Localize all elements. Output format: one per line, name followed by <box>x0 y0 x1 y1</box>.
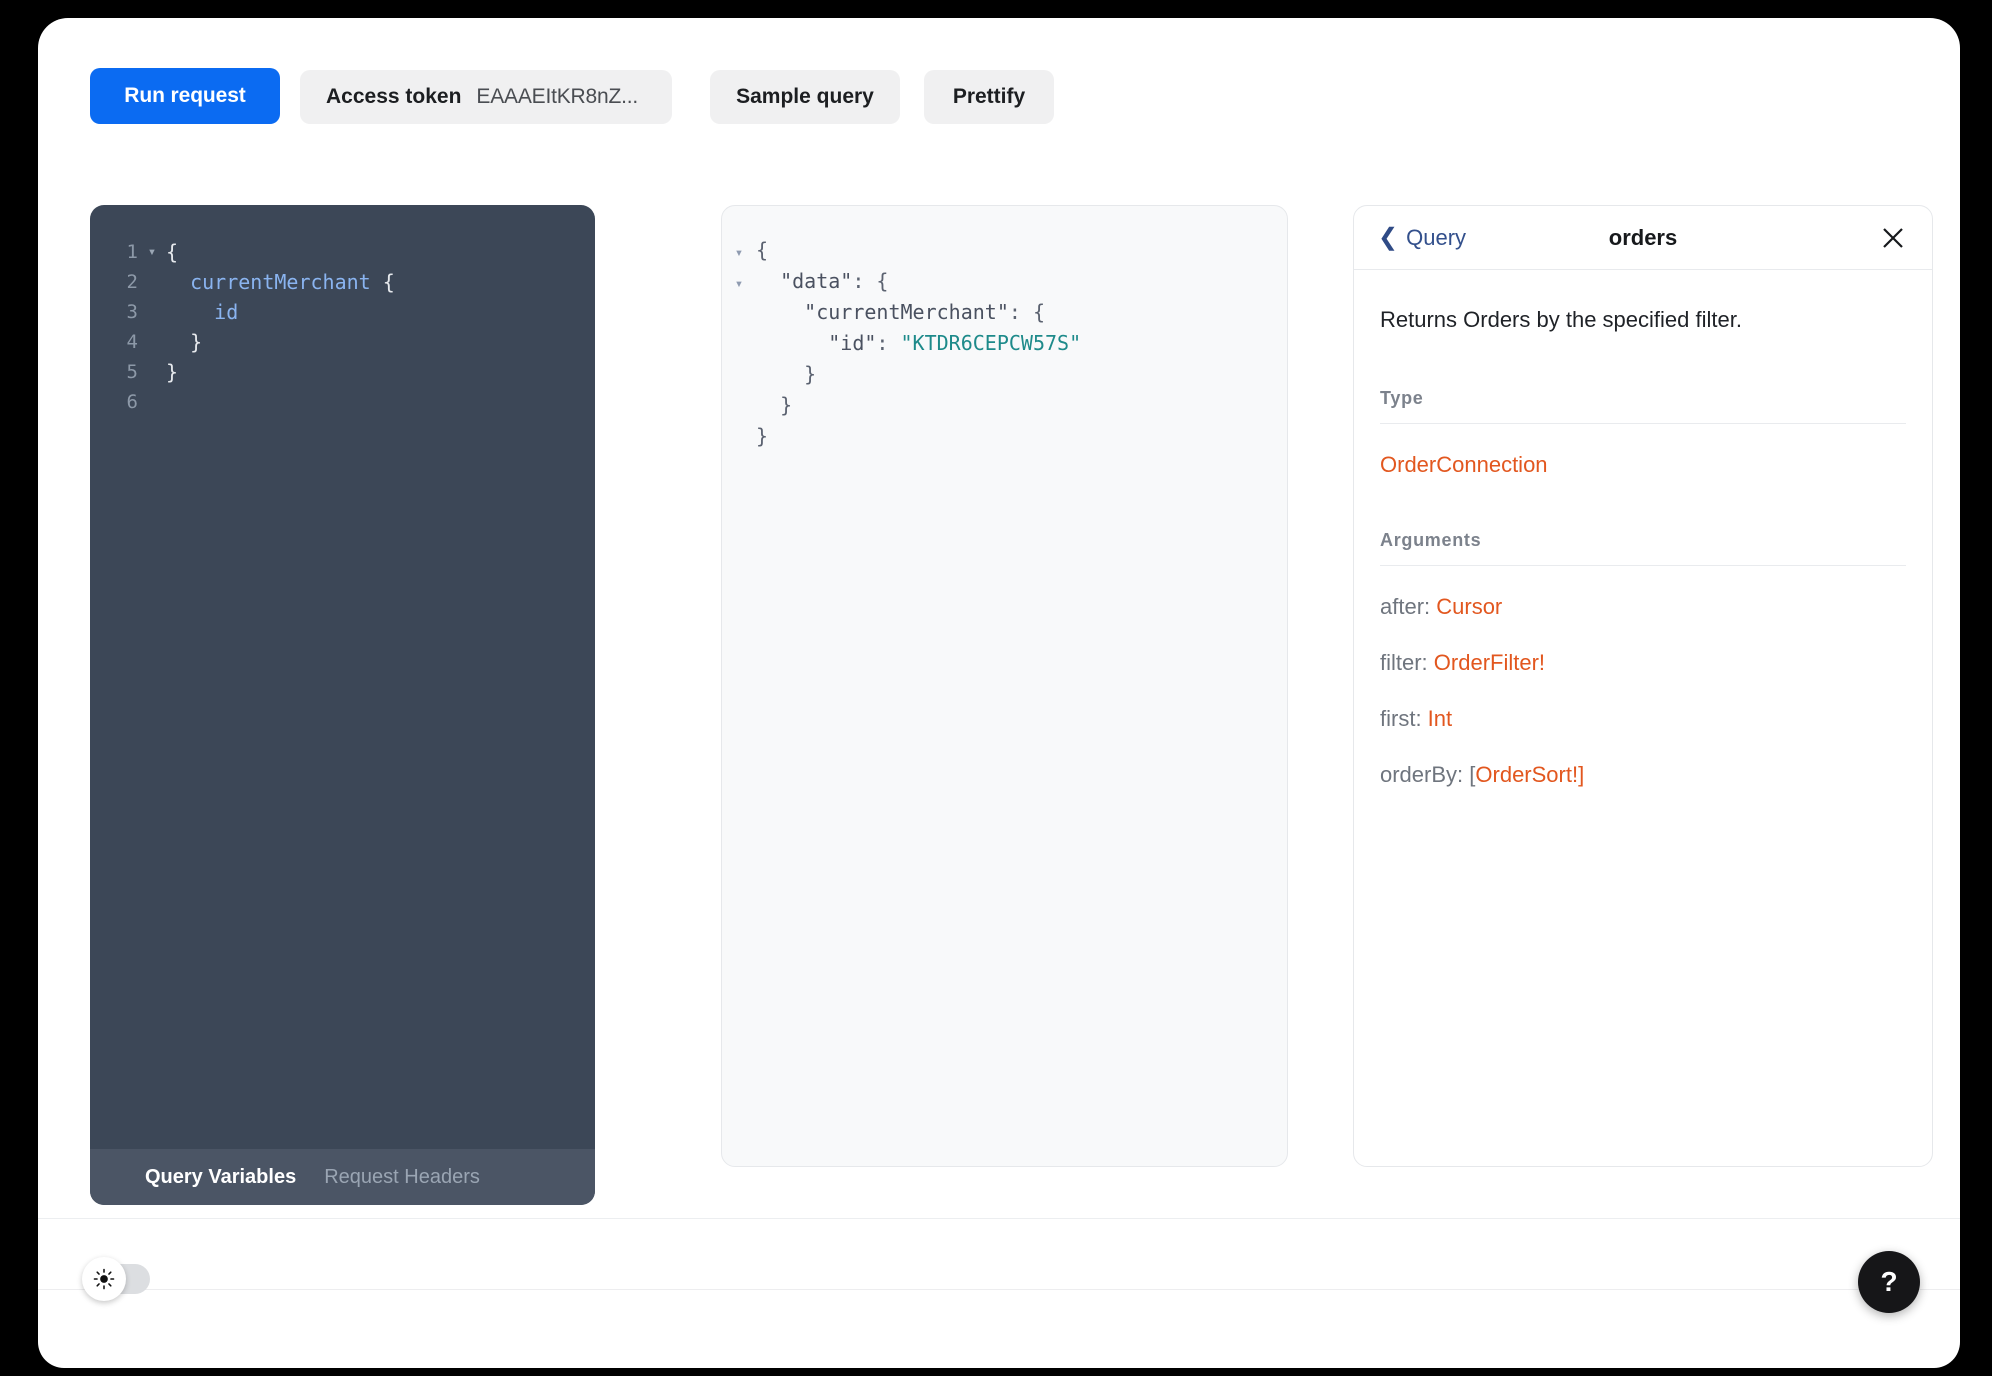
docs-argument-row: orderBy: [OrderSort!] <box>1380 762 1906 788</box>
code-line[interactable]: 2 currentMerchant { <box>90 267 595 297</box>
docs-argument-name: after: <box>1380 594 1436 619</box>
line-number: 4 <box>90 327 138 357</box>
sun-icon <box>93 1268 115 1290</box>
response-text: "data": { <box>756 269 888 293</box>
response-line: } <box>722 362 1287 393</box>
theme-toggle-knob[interactable] <box>82 1257 126 1301</box>
docs-argument-name: first: <box>1380 706 1428 731</box>
docs-argument-type-link[interactable]: OrderFilter <box>1434 650 1539 675</box>
response-text: } <box>756 424 768 448</box>
run-request-button[interactable]: Run request <box>90 68 280 124</box>
fold-arrow-icon[interactable]: ▾ <box>138 237 166 267</box>
code-line[interactable]: 6 <box>90 387 595 417</box>
query-editor-pane[interactable]: 1▾{2 currentMerchant {3 id4 }5}6 Query V… <box>90 205 595 1205</box>
docs-argument-row: filter: OrderFilter! <box>1380 650 1906 676</box>
documentation-pane: ❮ Query orders Returns Orders by the spe… <box>1353 205 1933 1167</box>
fold-arrow-icon[interactable]: ▾ <box>722 269 756 300</box>
screen-background: Run request Access token EAAAEItKR8nZ...… <box>0 0 1992 1376</box>
docs-description: Returns Orders by the specified filter. <box>1380 304 1906 336</box>
panes-container: 1▾{2 currentMerchant {3 id4 }5}6 Query V… <box>38 168 1960 1218</box>
access-token-field[interactable]: Access token EAAAEItKR8nZ... <box>300 70 672 124</box>
response-line: "id": "KTDR6CEPCW57S" <box>722 331 1287 362</box>
code-text: id <box>166 297 238 327</box>
divider <box>1380 565 1906 566</box>
docs-argument-type-link[interactable]: OrderSort <box>1475 762 1572 787</box>
code-text: { <box>166 237 178 267</box>
docs-argument-name: filter: <box>1380 650 1434 675</box>
docs-argument-suffix: !] <box>1572 762 1584 787</box>
docs-back-label: Query <box>1406 225 1466 251</box>
line-number: 2 <box>90 267 138 297</box>
response-line: } <box>722 393 1287 424</box>
docs-header: ❮ Query orders <box>1354 206 1932 270</box>
fold-arrow-icon[interactable]: ▾ <box>722 238 756 269</box>
line-number: 5 <box>90 357 138 387</box>
docs-arguments-heading: Arguments <box>1380 530 1906 551</box>
divider <box>1380 423 1906 424</box>
response-pane[interactable]: ▾{▾ "data": { "currentMerchant": { "id":… <box>721 205 1288 1167</box>
docs-argument-type-link[interactable]: Int <box>1428 706 1452 731</box>
access-token-value: EAAAEItKR8nZ... <box>476 85 638 109</box>
line-number: 3 <box>90 297 138 327</box>
app-card: Run request Access token EAAAEItKR8nZ...… <box>38 18 1960 1368</box>
response-text: { <box>756 238 768 262</box>
sample-query-button[interactable]: Sample query <box>710 70 900 124</box>
query-editor-code[interactable]: 1▾{2 currentMerchant {3 id4 }5}6 <box>90 205 595 1149</box>
response-line: "currentMerchant": { <box>722 300 1287 331</box>
close-icon[interactable] <box>1876 221 1910 255</box>
editor-tab-query-variables[interactable]: Query Variables <box>145 1166 296 1189</box>
divider <box>38 1289 1960 1290</box>
docs-argument-suffix: ! <box>1539 650 1545 675</box>
response-line: ▾{ <box>722 238 1287 269</box>
code-text: currentMerchant { <box>166 267 395 297</box>
editor-tabbar: Query Variables Request Headers <box>90 1149 595 1205</box>
response-text: "currentMerchant": { <box>756 300 1045 324</box>
docs-body: Returns Orders by the specified filter. … <box>1354 270 1932 788</box>
docs-argument-row: first: Int <box>1380 706 1906 732</box>
response-text: "id": "KTDR6CEPCW57S" <box>756 331 1081 355</box>
docs-type-heading: Type <box>1380 388 1906 409</box>
code-text: } <box>166 357 178 387</box>
code-line[interactable]: 3 id <box>90 297 595 327</box>
docs-arguments-list: after: Cursor filter: OrderFilter! first: … <box>1380 594 1906 788</box>
code-line[interactable]: 1▾{ <box>90 237 595 267</box>
code-line[interactable]: 5} <box>90 357 595 387</box>
toolbar: Run request Access token EAAAEItKR8nZ...… <box>38 18 1960 168</box>
chevron-left-icon: ❮ <box>1378 226 1398 250</box>
line-number: 1 <box>90 237 138 267</box>
prettify-button[interactable]: Prettify <box>924 70 1054 124</box>
response-line: } <box>722 424 1287 455</box>
docs-argument-row: after: Cursor <box>1380 594 1906 620</box>
help-button[interactable]: ? <box>1858 1251 1920 1313</box>
theme-toggle[interactable] <box>88 1264 150 1294</box>
docs-argument-type-link[interactable]: Cursor <box>1436 594 1502 619</box>
response-line: ▾ "data": { <box>722 269 1287 300</box>
access-token-label: Access token <box>326 85 461 109</box>
docs-argument-name: orderBy: <box>1380 762 1469 787</box>
footer: ? <box>38 1218 1960 1368</box>
response-text: } <box>756 362 816 386</box>
docs-type-link[interactable]: OrderConnection <box>1380 452 1906 478</box>
code-line[interactable]: 4 } <box>90 327 595 357</box>
code-text: } <box>166 327 202 357</box>
response-text: } <box>756 393 792 417</box>
docs-back-button[interactable]: ❮ Query <box>1378 225 1466 251</box>
line-number: 6 <box>90 387 138 417</box>
editor-tab-request-headers[interactable]: Request Headers <box>324 1166 480 1189</box>
